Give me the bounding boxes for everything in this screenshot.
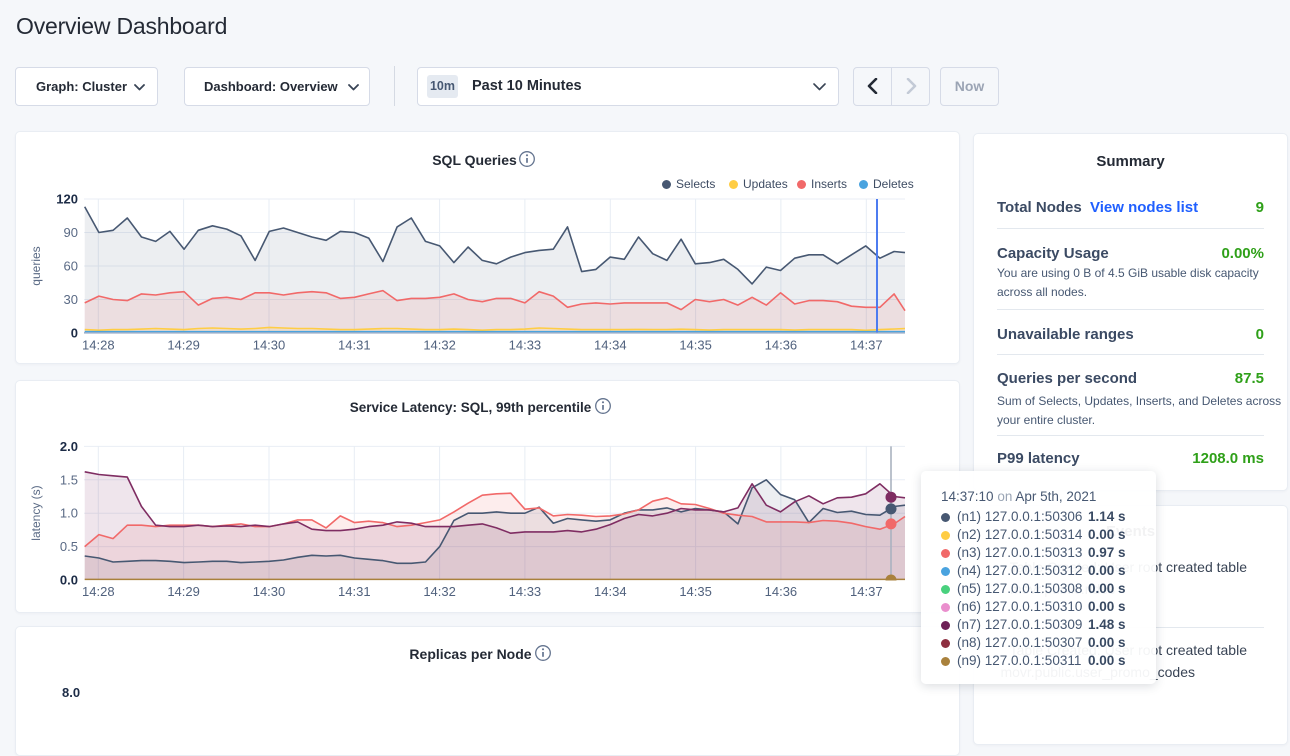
svg-text:14:29: 14:29 bbox=[167, 338, 200, 353]
svg-text:90: 90 bbox=[64, 225, 78, 240]
svg-text:14:32: 14:32 bbox=[423, 584, 456, 599]
svg-text:2.0: 2.0 bbox=[60, 439, 78, 454]
svg-text:14:31: 14:31 bbox=[338, 584, 371, 599]
svg-text:14:30: 14:30 bbox=[253, 584, 286, 599]
svg-text:120: 120 bbox=[56, 192, 78, 207]
svg-text:30: 30 bbox=[64, 292, 78, 307]
svg-text:0: 0 bbox=[71, 326, 78, 341]
svg-text:0.5: 0.5 bbox=[60, 539, 78, 554]
svg-text:14:36: 14:36 bbox=[765, 338, 798, 353]
svg-text:14:35: 14:35 bbox=[679, 584, 712, 599]
svg-text:0.0: 0.0 bbox=[60, 573, 78, 588]
svg-text:14:37: 14:37 bbox=[850, 584, 883, 599]
svg-text:14:29: 14:29 bbox=[167, 584, 200, 599]
svg-text:14:28: 14:28 bbox=[82, 584, 115, 599]
svg-text:14:31: 14:31 bbox=[338, 338, 371, 353]
svg-text:1.0: 1.0 bbox=[60, 506, 78, 521]
svg-text:14:36: 14:36 bbox=[765, 584, 798, 599]
svg-text:14:35: 14:35 bbox=[679, 338, 712, 353]
svg-text:60: 60 bbox=[64, 259, 78, 274]
svg-text:14:28: 14:28 bbox=[82, 338, 115, 353]
svg-text:queries: queries bbox=[29, 246, 43, 285]
svg-text:14:32: 14:32 bbox=[423, 338, 456, 353]
svg-text:14:33: 14:33 bbox=[509, 584, 542, 599]
svg-text:14:37: 14:37 bbox=[850, 338, 883, 353]
svg-text:latency (s): latency (s) bbox=[29, 485, 43, 540]
svg-text:14:30: 14:30 bbox=[253, 338, 286, 353]
svg-text:1.5: 1.5 bbox=[60, 472, 78, 487]
svg-text:14:34: 14:34 bbox=[594, 338, 627, 353]
svg-text:14:33: 14:33 bbox=[509, 338, 542, 353]
svg-text:14:34: 14:34 bbox=[594, 584, 627, 599]
